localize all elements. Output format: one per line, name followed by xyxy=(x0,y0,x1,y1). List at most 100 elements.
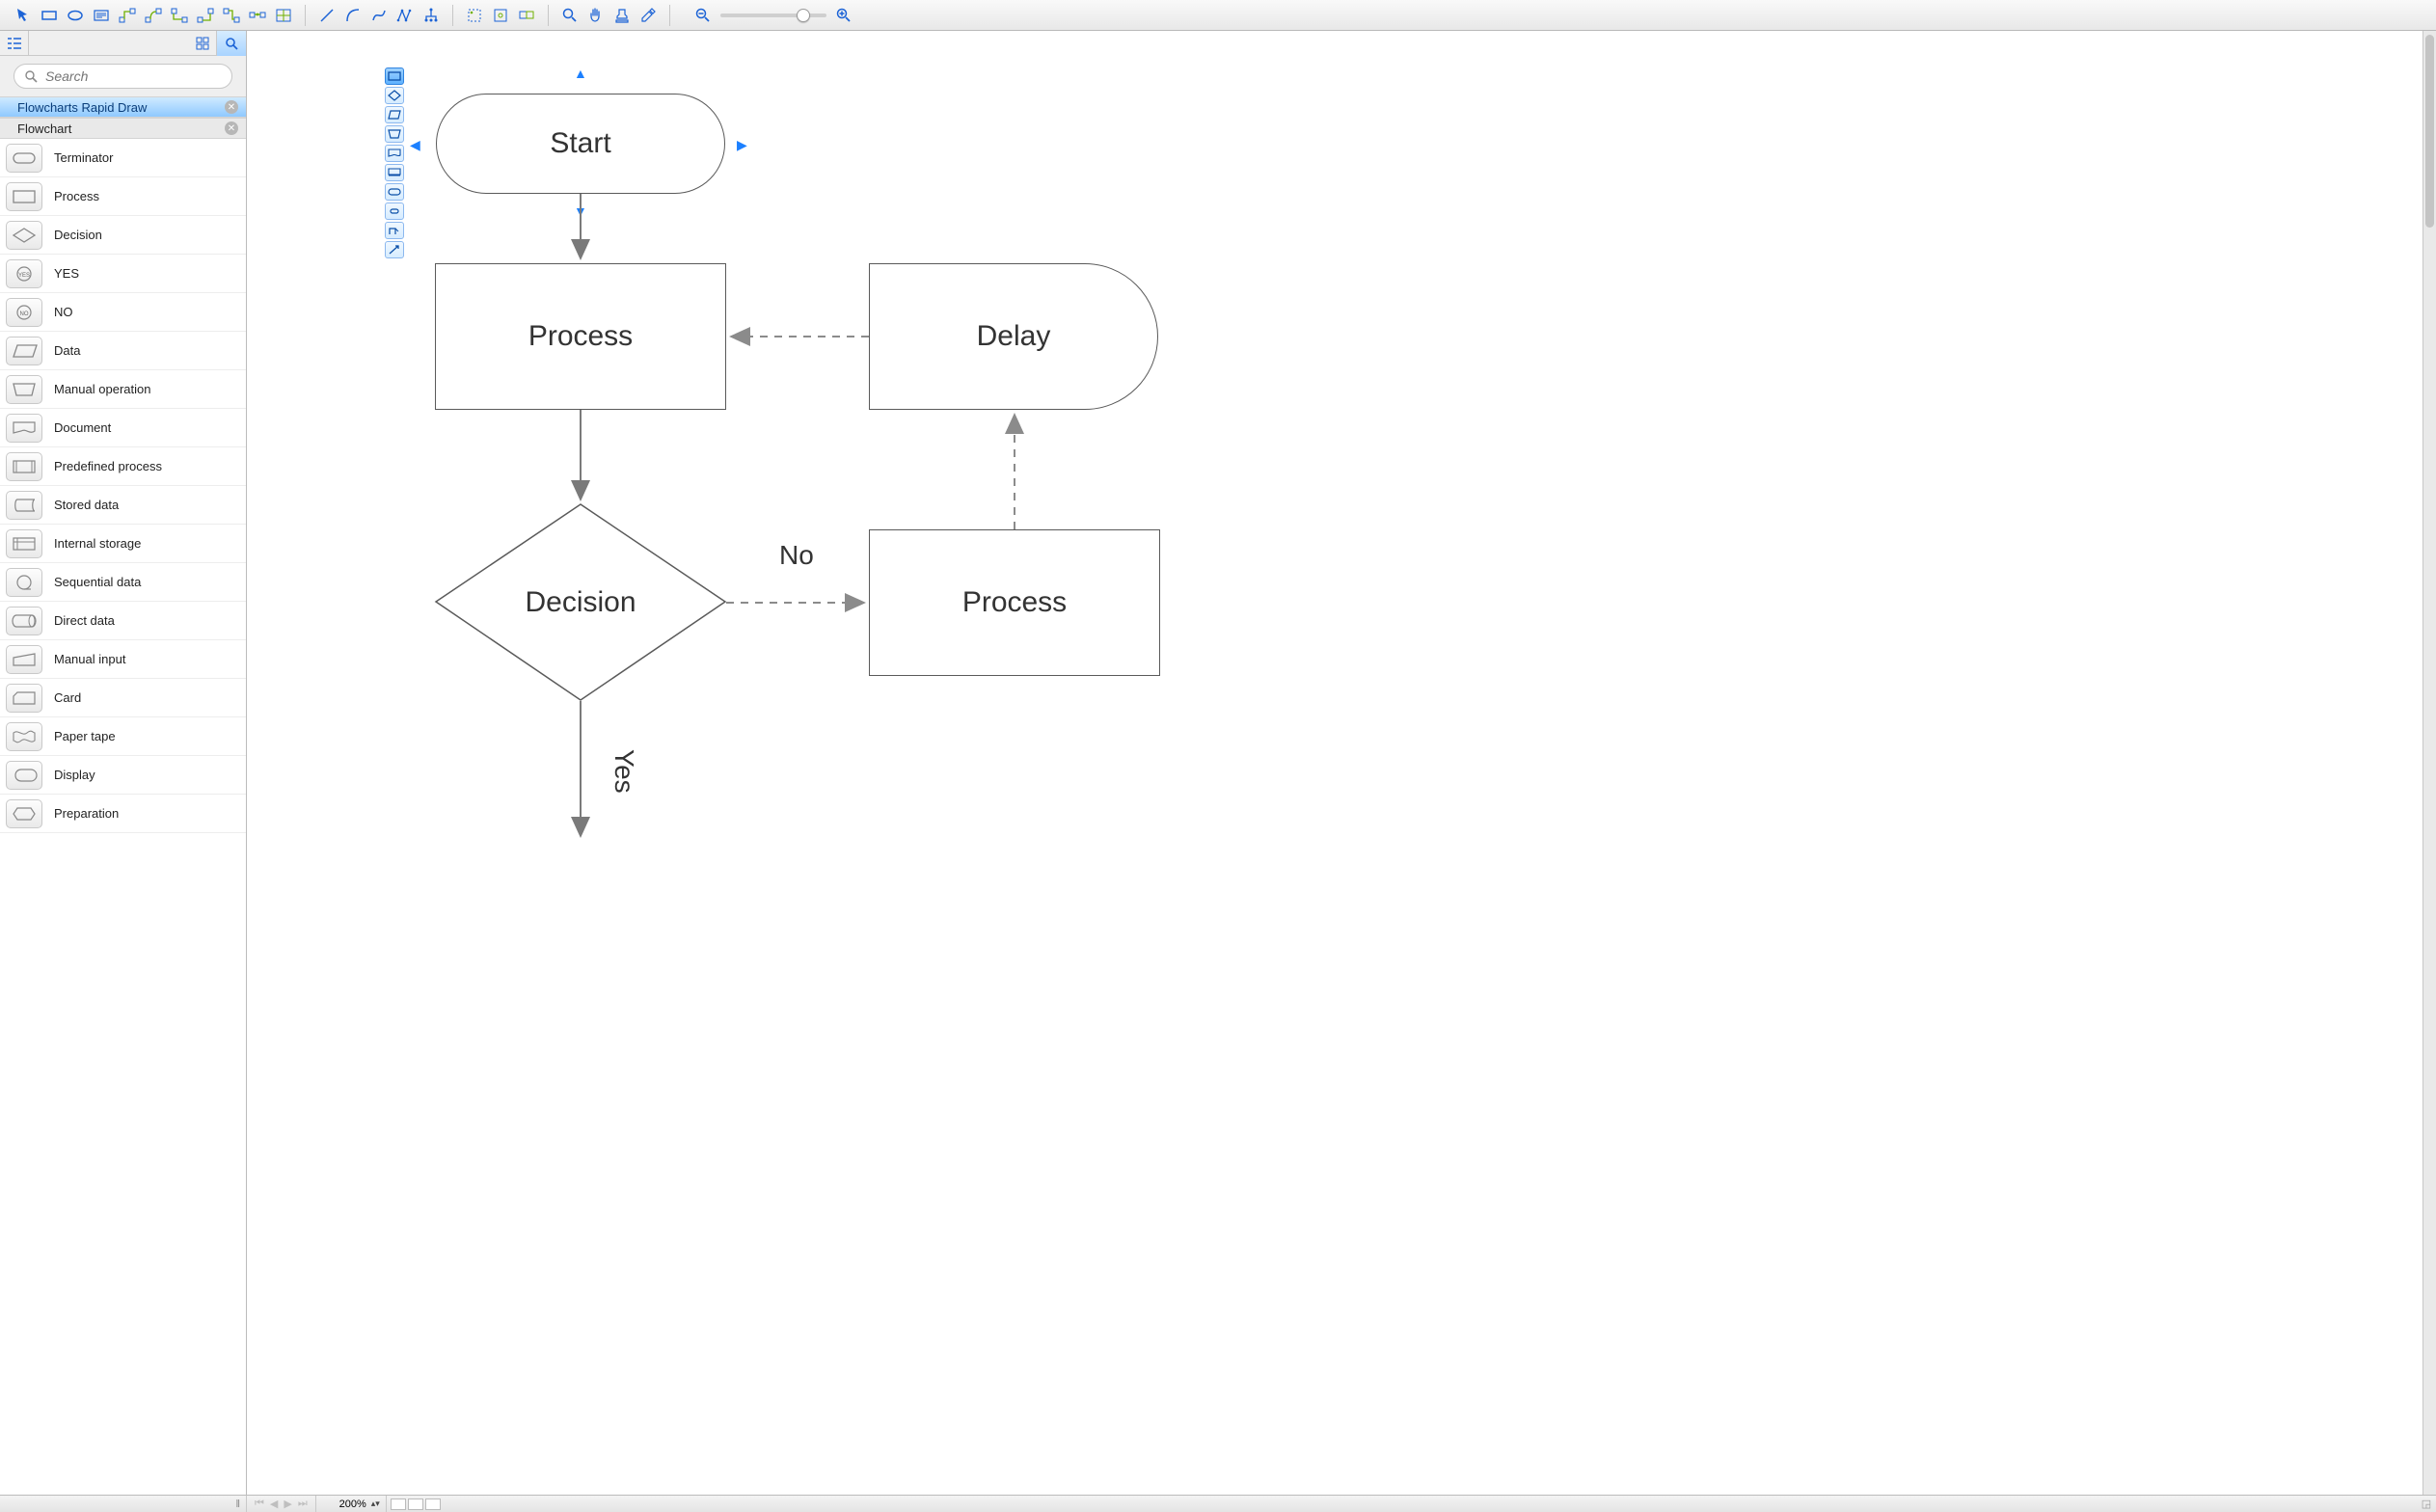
line-tool[interactable] xyxy=(315,5,338,26)
rd-display-button[interactable] xyxy=(385,164,404,181)
page-first-button[interactable]: ⏮ xyxy=(255,1498,264,1510)
shape-item-manin[interactable]: Manual input xyxy=(0,640,246,679)
tree-tool[interactable] xyxy=(420,5,443,26)
shape-item-stored[interactable]: Stored data xyxy=(0,486,246,525)
zoom-thumb[interactable] xyxy=(797,9,810,22)
sidebar-tree-button[interactable] xyxy=(0,31,29,56)
page-next-button[interactable]: ▶ xyxy=(284,1498,291,1510)
rd-arrow-button[interactable] xyxy=(385,241,404,258)
connector-tool-4[interactable] xyxy=(194,5,217,26)
close-icon[interactable]: ✕ xyxy=(225,100,238,114)
connector-tool-2[interactable] xyxy=(142,5,165,26)
connector-tool-5[interactable] xyxy=(220,5,243,26)
rd-manualop-button[interactable] xyxy=(385,125,404,143)
sel-arrow-up-icon[interactable]: ▲ xyxy=(574,66,587,81)
spline-tool[interactable] xyxy=(367,5,391,26)
shape-item-process[interactable]: Process xyxy=(0,177,246,216)
shape-item-document[interactable]: Document xyxy=(0,409,246,447)
resize-corner-icon[interactable]: ◲ xyxy=(2419,1497,2434,1512)
rd-decision-button[interactable] xyxy=(385,87,404,104)
shape-item-terminator[interactable]: Terminator xyxy=(0,139,246,177)
rd-data-button[interactable] xyxy=(385,106,404,123)
zoom-out-button[interactable] xyxy=(691,5,715,26)
stepper-icon[interactable]: ▴▾ xyxy=(371,1500,380,1507)
sel-arrow-right-icon[interactable]: ▶ xyxy=(737,137,747,153)
category-label: Flowchart xyxy=(17,122,71,136)
shape-item-tape[interactable]: Paper tape xyxy=(0,717,246,756)
rd-process-button[interactable] xyxy=(385,68,404,85)
vertical-scrollbar[interactable] xyxy=(2422,31,2436,1495)
pointer-tool[interactable] xyxy=(12,5,35,26)
shape-item-card[interactable]: Card xyxy=(0,679,246,717)
zoom-tool[interactable] xyxy=(558,5,582,26)
pan-tool[interactable] xyxy=(584,5,608,26)
sidebar-resize-handle[interactable]: ‖ xyxy=(0,1496,247,1512)
node-process-1[interactable]: Process xyxy=(435,263,726,410)
snap-tool-1[interactable] xyxy=(463,5,486,26)
canvas[interactable]: ▲ ▼ ◀ ▶ Start Process Decision Delay Pro… xyxy=(247,31,2422,1495)
sidebar-search-button[interactable] xyxy=(217,31,246,56)
snap-tool-3[interactable] xyxy=(515,5,538,26)
predef-icon xyxy=(6,452,42,481)
connector-tool-3[interactable] xyxy=(168,5,191,26)
zoom-track[interactable] xyxy=(720,14,826,17)
page-prev-button[interactable]: ◀ xyxy=(270,1498,278,1510)
shape-item-predef[interactable]: Predefined process xyxy=(0,447,246,486)
rd-terminator-button[interactable] xyxy=(385,183,404,201)
prep-icon xyxy=(6,799,42,828)
shape-item-manualop[interactable]: Manual operation xyxy=(0,370,246,409)
view-mode-2[interactable] xyxy=(408,1498,423,1510)
arc-tool[interactable] xyxy=(341,5,365,26)
search-icon xyxy=(24,69,38,83)
sel-arrow-left-icon[interactable]: ◀ xyxy=(410,137,420,153)
shape-item-decision[interactable]: Decision xyxy=(0,216,246,255)
shape-item-no[interactable]: NONO xyxy=(0,293,246,332)
zoom-slider[interactable] xyxy=(691,5,855,26)
eyedropper-tool[interactable] xyxy=(636,5,660,26)
rect-tool[interactable] xyxy=(38,5,61,26)
edge-label-yes: Yes xyxy=(609,749,639,794)
rd-connector-button[interactable] xyxy=(385,222,404,239)
stamp-tool[interactable] xyxy=(610,5,634,26)
sel-arrow-down-icon[interactable]: ▼ xyxy=(574,203,587,219)
page-last-button[interactable]: ⏭ xyxy=(298,1498,308,1510)
tool-group-snap xyxy=(457,5,544,26)
shape-item-seq[interactable]: Sequential data xyxy=(0,563,246,602)
node-start[interactable]: Start xyxy=(436,94,725,194)
node-delay[interactable]: Delay xyxy=(869,263,1158,410)
search-input-wrap[interactable] xyxy=(14,64,232,89)
zoom-in-button[interactable] xyxy=(832,5,855,26)
category-rapid-draw[interactable]: Flowcharts Rapid Draw ✕ xyxy=(0,96,246,118)
yes-icon: YES xyxy=(6,259,42,288)
ellipse-tool[interactable] xyxy=(64,5,87,26)
status-bar: ‖ ⏮ ◀ ▶ ⏭ ▴▾ ◲ xyxy=(0,1495,2436,1512)
zoom-input[interactable] xyxy=(322,1498,368,1511)
connector-tool-7[interactable] xyxy=(272,5,295,26)
shape-item-display[interactable]: Display xyxy=(0,756,246,795)
internal-icon xyxy=(6,529,42,558)
connector-tool-6[interactable] xyxy=(246,5,269,26)
view-mode-3[interactable] xyxy=(425,1498,441,1510)
sidebar-grid-button[interactable] xyxy=(188,31,217,56)
snap-tool-2[interactable] xyxy=(489,5,512,26)
connector-tool-1[interactable] xyxy=(116,5,139,26)
rd-offpage-button[interactable] xyxy=(385,202,404,220)
shape-item-yes[interactable]: YESYES xyxy=(0,255,246,293)
tool-group-basic xyxy=(6,5,301,26)
node-process-2[interactable]: Process xyxy=(869,529,1160,676)
node-decision[interactable]: Decision xyxy=(435,503,726,701)
direct-icon xyxy=(6,607,42,635)
close-icon[interactable]: ✕ xyxy=(225,122,238,135)
category-flowchart[interactable]: Flowchart ✕ xyxy=(0,118,246,139)
view-mode-1[interactable] xyxy=(391,1498,406,1510)
zoom-field[interactable]: ▴▾ xyxy=(316,1496,387,1512)
scrollbar-thumb[interactable] xyxy=(2425,35,2434,228)
rd-document-button[interactable] xyxy=(385,145,404,162)
search-input[interactable] xyxy=(43,68,223,85)
shape-item-prep[interactable]: Preparation xyxy=(0,795,246,833)
shape-item-data[interactable]: Data xyxy=(0,332,246,370)
textbox-tool[interactable] xyxy=(90,5,113,26)
shape-item-internal[interactable]: Internal storage xyxy=(0,525,246,563)
polyline-tool[interactable] xyxy=(393,5,417,26)
shape-item-direct[interactable]: Direct data xyxy=(0,602,246,640)
